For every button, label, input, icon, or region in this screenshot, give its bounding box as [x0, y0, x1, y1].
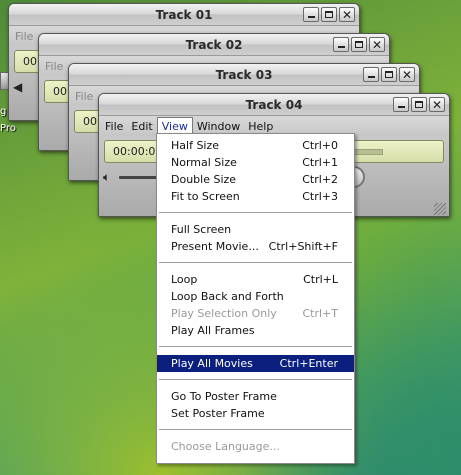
menu-item-present-movie[interactable]: Present Movie... Ctrl+Shift+F — [157, 238, 354, 255]
close-button[interactable]: ✕ — [429, 97, 445, 112]
menu-item-label: Fit to Screen — [171, 190, 240, 203]
window-title: Track 03 — [215, 68, 273, 82]
menu-item-loop-back-and-forth[interactable]: Loop Back and Forth — [157, 288, 354, 305]
menu-edit[interactable]: Edit — [127, 118, 156, 135]
maximize-icon — [415, 101, 423, 108]
menu-item-shortcut: Ctrl+Shift+F — [268, 240, 338, 253]
menu-help[interactable]: Help — [244, 118, 277, 135]
menu-item-label: Full Screen — [171, 223, 232, 236]
menu-item-shortcut: Ctrl+0 — [302, 139, 338, 152]
minimize-button[interactable] — [363, 67, 379, 82]
menu-item-label: Normal Size — [171, 156, 237, 169]
menu-item-full-screen[interactable]: Full Screen — [157, 221, 354, 238]
time-readout: 00 — [53, 85, 67, 98]
menu-item-label: Go To Poster Frame — [171, 390, 277, 403]
menu-item-label: Play All Frames — [171, 324, 255, 337]
menu-item-normal-size[interactable]: Normal Size Ctrl+1 — [157, 154, 354, 171]
menu-item-label: Half Size — [171, 139, 220, 152]
window-title: Track 01 — [155, 8, 213, 22]
desktop-text: Pro — [0, 123, 16, 134]
menu-item-double-size[interactable]: Double Size Ctrl+2 — [157, 171, 354, 188]
close-icon: ✕ — [341, 7, 353, 22]
menu-item-shortcut: Ctrl+L — [303, 273, 338, 286]
desktop-text: g — [0, 106, 7, 117]
maximize-icon — [325, 11, 333, 18]
minimize-button[interactable] — [333, 37, 349, 52]
menu-item-go-to-poster-frame[interactable]: Go To Poster Frame — [157, 388, 354, 405]
menu-item-play-all-movies[interactable]: Play All Movies Ctrl+Enter — [157, 355, 354, 372]
minimize-icon — [307, 16, 315, 18]
menu-separator — [159, 262, 352, 263]
menu-item-play-selection-only: Play Selection Only Ctrl+T — [157, 305, 354, 322]
time-readout: 00 — [23, 55, 37, 68]
minimize-icon — [367, 76, 375, 78]
menu-item-half-size[interactable]: Half Size Ctrl+0 — [157, 137, 354, 154]
minimize-button[interactable] — [303, 7, 319, 22]
close-button[interactable]: ✕ — [339, 7, 355, 22]
menu-item-label: Loop Back and Forth — [171, 290, 284, 303]
menu-item-loop[interactable]: Loop Ctrl+L — [157, 271, 354, 288]
menu-item-label: Play Selection Only — [171, 307, 277, 320]
maximize-button[interactable] — [381, 67, 397, 82]
title-bar[interactable]: Track 03 ✕ — [69, 64, 419, 86]
menu-file[interactable]: File — [41, 58, 67, 75]
menu-item-shortcut: Ctrl+T — [302, 307, 338, 320]
menu-item-play-all-frames[interactable]: Play All Frames — [157, 322, 354, 339]
menu-item-choose-language: Choose Language... — [157, 438, 354, 455]
maximize-button[interactable] — [321, 7, 337, 22]
title-bar[interactable]: Track 04 ✕ — [99, 94, 449, 116]
menu-item-shortcut: Ctrl+Enter — [279, 357, 338, 370]
minimize-button[interactable] — [393, 97, 409, 112]
menu-separator — [159, 212, 352, 213]
view-menu-dropdown: Half Size Ctrl+0 Normal Size Ctrl+1 Double… — [156, 133, 355, 464]
window-title: Track 02 — [185, 38, 243, 52]
menu-item-label: Choose Language... — [171, 440, 280, 453]
menu-separator — [159, 346, 352, 347]
menu-item-label: Present Movie... — [171, 240, 259, 253]
speaker-icon[interactable]: ◀ — [13, 80, 22, 94]
maximize-icon — [355, 41, 363, 48]
speaker-icon[interactable]: 🔈︎ — [103, 170, 110, 185]
resize-grip[interactable] — [434, 203, 446, 215]
menu-item-label: Set Poster Frame — [171, 407, 265, 420]
menu-separator — [159, 429, 352, 430]
close-icon: ✕ — [431, 97, 443, 112]
window-title: Track 04 — [245, 98, 303, 112]
menu-item-label: Play All Movies — [171, 357, 253, 370]
menu-separator — [159, 379, 352, 380]
volume-slider[interactable] — [119, 176, 159, 179]
close-icon: ✕ — [371, 37, 383, 52]
close-icon: ✕ — [401, 67, 413, 82]
menu-item-shortcut: Ctrl+2 — [302, 173, 338, 186]
time-readout: 00 — [83, 115, 97, 128]
time-readout: 00:00:00 — [113, 145, 163, 158]
menu-item-label: Loop — [171, 273, 198, 286]
menu-item-shortcut: Ctrl+1 — [302, 156, 338, 169]
title-bar[interactable]: Track 02 ✕ — [39, 34, 389, 56]
menu-file[interactable]: File — [11, 28, 37, 45]
menu-item-set-poster-frame[interactable]: Set Poster Frame — [157, 405, 354, 422]
close-button[interactable]: ✕ — [369, 37, 385, 52]
title-bar[interactable]: Track 01 ✕ — [9, 4, 359, 26]
minimize-icon — [337, 46, 345, 48]
minimize-icon — [397, 106, 405, 108]
menu-window[interactable]: Window — [193, 118, 244, 135]
menu-file[interactable]: File — [71, 88, 97, 105]
close-button[interactable]: ✕ — [399, 67, 415, 82]
maximize-icon — [385, 71, 393, 78]
menu-item-fit-to-screen[interactable]: Fit to Screen Ctrl+3 — [157, 188, 354, 205]
maximize-button[interactable] — [411, 97, 427, 112]
menu-item-label: Double Size — [171, 173, 237, 186]
menu-item-shortcut: Ctrl+3 — [302, 190, 338, 203]
menu-file[interactable]: File — [101, 118, 127, 135]
maximize-button[interactable] — [351, 37, 367, 52]
